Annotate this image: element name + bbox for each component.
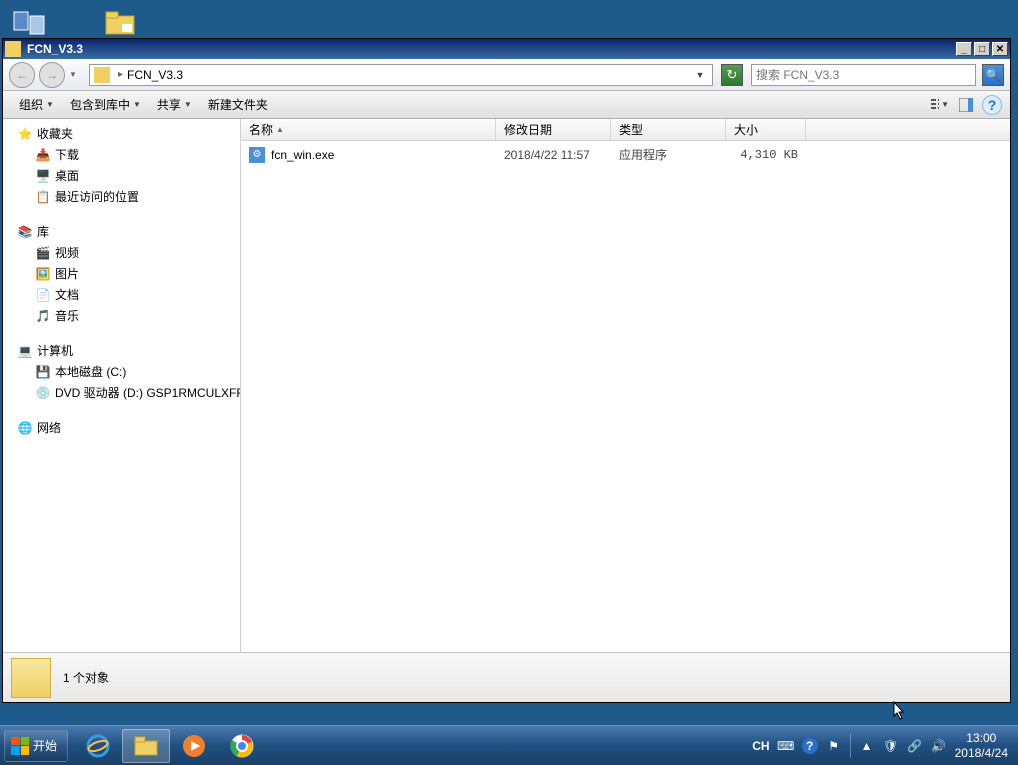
search-button[interactable]: 🔍 — [982, 64, 1004, 86]
column-date[interactable]: 修改日期 — [496, 119, 611, 140]
tray-separator — [850, 734, 851, 758]
content-area: ⭐收藏夹 📥下载 🖥️桌面 📋最近访问的位置 📚库 🎬视频 🖼️图片 📄文档 🎵… — [3, 119, 1010, 652]
breadcrumb-dropdown[interactable]: ▼ — [692, 70, 708, 80]
tree-music[interactable]: 🎵音乐 — [3, 305, 240, 326]
back-button[interactable]: ← — [9, 62, 35, 88]
history-dropdown[interactable]: ▼ — [69, 70, 81, 79]
minimize-button[interactable]: _ — [956, 42, 972, 56]
taskbar-chrome[interactable] — [218, 729, 266, 763]
folder-icon — [5, 41, 21, 57]
organize-menu[interactable]: 组织▼ — [11, 93, 62, 116]
sort-ascending-icon: ▲ — [276, 125, 284, 134]
desktop-folder-icon[interactable] — [100, 5, 140, 40]
start-button[interactable]: 开始 — [4, 730, 68, 762]
tray-security-icon[interactable]: 🛡 — [883, 738, 899, 754]
tray-volume-icon[interactable]: 🔊 — [931, 738, 947, 754]
file-row[interactable]: ⚙ fcn_win.exe 2018/4/22 11:57 应用程序 4,310 … — [241, 141, 1010, 168]
status-text: 1 个对象 — [63, 669, 109, 686]
help-button[interactable]: ? — [982, 95, 1002, 115]
mouse-cursor — [888, 700, 908, 724]
status-bar: 1 个对象 — [3, 652, 1010, 702]
music-icon: 🎵 — [35, 308, 51, 324]
taskbar-ie[interactable] — [74, 729, 122, 763]
tray-help-icon[interactable]: ? — [802, 738, 818, 754]
tree-network[interactable]: 🌐网络 — [3, 417, 240, 438]
tree-documents[interactable]: 📄文档 — [3, 284, 240, 305]
taskbar-clock[interactable]: 13:00 2018/4/24 — [955, 731, 1008, 760]
include-menu[interactable]: 包含到库中▼ — [62, 93, 149, 116]
new-folder-button[interactable]: 新建文件夹 — [200, 93, 276, 116]
search-box[interactable] — [751, 64, 976, 86]
file-date: 2018/4/22 11:57 — [496, 144, 611, 165]
desktop-app-icon-1[interactable] — [10, 5, 50, 40]
breadcrumb-separator: ▸ — [118, 69, 123, 80]
download-icon: 📥 — [35, 147, 51, 163]
tree-libraries[interactable]: 📚库 — [3, 221, 240, 242]
column-name[interactable]: 名称▲ — [241, 119, 496, 140]
file-rows[interactable]: ⚙ fcn_win.exe 2018/4/22 11:57 应用程序 4,310 … — [241, 141, 1010, 652]
file-size: 4,310 KB — [726, 144, 806, 165]
close-button[interactable]: ✕ — [992, 42, 1008, 56]
file-list: 名称▲ 修改日期 类型 大小 ⚙ fcn_win.exe 2018/4/22 11… — [241, 119, 1010, 652]
titlebar[interactable]: FCN_V3.3 _ □ ✕ — [3, 39, 1010, 59]
navigation-bar: ← → ▼ ▸ FCN_V3.3 ▼ ↻ 🔍 — [3, 59, 1010, 91]
document-icon: 📄 — [35, 287, 51, 303]
folder-icon — [11, 658, 51, 698]
tree-local-disk[interactable]: 💾本地磁盘 (C:) — [3, 361, 240, 382]
window-controls: _ □ ✕ — [954, 42, 1008, 56]
disk-icon: 💾 — [35, 364, 51, 380]
tray-action-icon[interactable]: ⚑ — [826, 738, 842, 754]
video-icon: 🎬 — [35, 245, 51, 261]
ime-indicator[interactable]: CH — [752, 739, 769, 753]
tray-keyboard-icon[interactable]: ⌨ — [778, 738, 794, 754]
tree-pictures[interactable]: 🖼️图片 — [3, 263, 240, 284]
navigation-tree[interactable]: ⭐收藏夹 📥下载 🖥️桌面 📋最近访问的位置 📚库 🎬视频 🖼️图片 📄文档 🎵… — [3, 119, 241, 652]
recent-icon: 📋 — [35, 189, 51, 205]
tree-videos[interactable]: 🎬视频 — [3, 242, 240, 263]
tray-show-hidden-icon[interactable]: ▲ — [859, 738, 875, 754]
file-type: 应用程序 — [611, 144, 726, 165]
preview-pane-button[interactable] — [956, 95, 976, 115]
tree-dvd-drive[interactable]: 💿DVD 驱动器 (D:) GSP1RMCULXFRER_ — [3, 382, 240, 403]
dvd-icon: 💿 — [35, 385, 51, 401]
taskbar-media-player[interactable] — [170, 729, 218, 763]
breadcrumb-current[interactable]: FCN_V3.3 — [127, 68, 183, 82]
file-name: fcn_win.exe — [271, 148, 334, 162]
breadcrumb[interactable]: ▸ FCN_V3.3 ▼ — [89, 64, 713, 86]
window-title: FCN_V3.3 — [27, 42, 954, 56]
tree-downloads[interactable]: 📥下载 — [3, 144, 240, 165]
star-icon: ⭐ — [17, 126, 33, 142]
desktop-icon: 🖥️ — [35, 168, 51, 184]
column-headers: 名称▲ 修改日期 类型 大小 — [241, 119, 1010, 141]
folder-icon — [94, 67, 110, 83]
refresh-button[interactable]: ↻ — [721, 64, 743, 86]
taskbar: 开始 CH ⌨ ? ⚑ ▲ 🛡 🔗 🔊 13:00 2018/4/24 — [0, 725, 1018, 765]
explorer-window: FCN_V3.3 _ □ ✕ ← → ▼ ▸ FCN_V3.3 ▼ ↻ 🔍 组织… — [2, 38, 1011, 703]
maximize-button[interactable]: □ — [974, 42, 990, 56]
tree-computer[interactable]: 💻计算机 — [3, 340, 240, 361]
computer-icon: 💻 — [17, 343, 33, 359]
taskbar-explorer[interactable] — [122, 729, 170, 763]
share-menu[interactable]: 共享▼ — [149, 93, 200, 116]
system-tray: CH ⌨ ? ⚑ ▲ 🛡 🔗 🔊 13:00 2018/4/24 — [752, 731, 1014, 760]
view-options-button[interactable]: ▼ — [930, 95, 950, 115]
tree-recent[interactable]: 📋最近访问的位置 — [3, 186, 240, 207]
toolbar: 组织▼ 包含到库中▼ 共享▼ 新建文件夹 ▼ ? — [3, 91, 1010, 119]
tray-network-icon[interactable]: 🔗 — [907, 738, 923, 754]
picture-icon: 🖼️ — [35, 266, 51, 282]
forward-button[interactable]: → — [39, 62, 65, 88]
network-icon: 🌐 — [17, 420, 33, 436]
library-icon: 📚 — [17, 224, 33, 240]
column-type[interactable]: 类型 — [611, 119, 726, 140]
column-size[interactable]: 大小 — [726, 119, 806, 140]
search-input[interactable] — [756, 68, 971, 82]
windows-logo-icon — [11, 737, 29, 755]
tree-favorites[interactable]: ⭐收藏夹 — [3, 123, 240, 144]
exe-icon: ⚙ — [249, 147, 265, 163]
tree-desktop[interactable]: 🖥️桌面 — [3, 165, 240, 186]
